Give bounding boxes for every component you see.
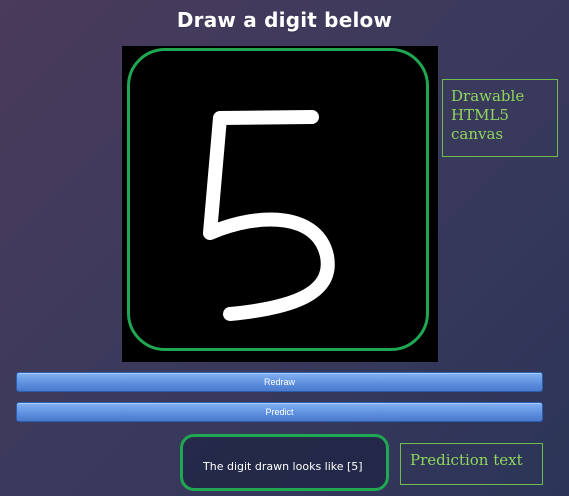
page-title: Draw a digit below [176,8,393,32]
canvas-highlight-frame [127,48,429,351]
canvas-annotation: Drawable HTML5 canvas [442,79,558,157]
predict-button[interactable]: Predict [16,402,543,422]
drawing-canvas[interactable] [122,46,438,362]
redraw-button[interactable]: Redraw [16,372,543,392]
prediction-text: The digit drawn looks like [5] [203,460,363,473]
prediction-annotation: Prediction text [400,443,543,485]
prediction-box: The digit drawn looks like [5] [180,434,389,491]
